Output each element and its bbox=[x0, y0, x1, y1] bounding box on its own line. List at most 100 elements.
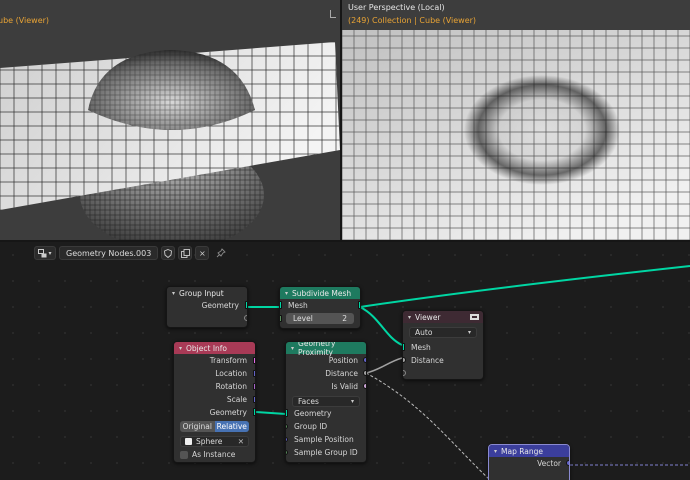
as-instance-checkbox[interactable] bbox=[180, 450, 188, 459]
position-output-socket[interactable] bbox=[363, 357, 366, 363]
left-3d-viewport[interactable]: ube (Viewer) bbox=[0, 0, 340, 240]
level-field[interactable]: Level 2 bbox=[286, 313, 354, 324]
viewport-corner-handle[interactable] bbox=[330, 10, 336, 18]
viewer-geometry-socket[interactable] bbox=[403, 343, 405, 351]
group-input-title: Group Input bbox=[179, 288, 224, 298]
viewer-mesh-row: Mesh bbox=[403, 341, 483, 354]
socket-label: Sample Position bbox=[294, 435, 354, 444]
group-input-header[interactable]: ▾ Group Input bbox=[167, 287, 247, 299]
socket-label: Scale bbox=[226, 395, 247, 404]
as-instance-label: As Instance bbox=[192, 450, 236, 459]
socket-label: Rotation bbox=[215, 382, 247, 391]
group-id-input-socket[interactable] bbox=[286, 424, 288, 429]
geometry-node-editor[interactable]: ▾ Geometry Nodes.003 × ▾ Group Input Geo… bbox=[0, 242, 690, 480]
is-valid-output-socket[interactable] bbox=[363, 383, 366, 389]
object-field[interactable]: Sphere ✕ bbox=[180, 436, 249, 447]
virtual-input-socket[interactable] bbox=[403, 370, 406, 376]
geometry-output-socket[interactable] bbox=[245, 301, 247, 309]
right-viewport-subtitle: (249) Collection | Cube (Viewer) bbox=[348, 16, 477, 25]
geometry-proximity-header[interactable]: ▾ Geometry Proximity bbox=[286, 342, 366, 357]
link-distance-to-map-range bbox=[365, 372, 491, 480]
original-option[interactable]: Original bbox=[180, 421, 215, 432]
proximity-target-select[interactable]: Faces ▾ bbox=[292, 396, 360, 407]
socket-label: Geometry bbox=[294, 409, 332, 418]
group-input-empty-row bbox=[167, 312, 247, 325]
viewer-node[interactable]: ▾ Viewer Auto ▾ Mesh Distance bbox=[402, 310, 484, 380]
viewer-domain-select[interactable]: Auto ▾ bbox=[409, 327, 477, 338]
collapse-chevron-icon[interactable]: ▾ bbox=[291, 345, 294, 352]
transform-output-socket[interactable] bbox=[253, 357, 255, 364]
proximity-valid-row: Is Valid bbox=[286, 380, 366, 393]
virtual-output-socket[interactable] bbox=[244, 315, 247, 321]
object-icon bbox=[185, 438, 192, 445]
object-input-socket[interactable] bbox=[173, 438, 174, 445]
socket-label: Geometry bbox=[201, 301, 239, 310]
left-viewport-scene bbox=[0, 0, 340, 240]
socket-label: Geometry bbox=[209, 408, 247, 417]
proximity-groupid-row: Group ID bbox=[286, 420, 366, 433]
socket-label: Group ID bbox=[294, 422, 328, 431]
scale-output-socket[interactable] bbox=[253, 396, 255, 403]
subdivide-level-row: Level 2 bbox=[280, 312, 360, 325]
viewer-active-icon[interactable] bbox=[470, 313, 479, 321]
map-range-vector-row: Vector bbox=[489, 457, 569, 470]
map-range-node[interactable]: ▾ Map Range Vector bbox=[488, 444, 570, 480]
rotation-output-socket[interactable] bbox=[253, 383, 255, 390]
object-name: Sphere bbox=[196, 437, 223, 446]
right-3d-viewport[interactable]: User Perspective (Local) (249) Collectio… bbox=[342, 0, 690, 240]
vector-output-socket[interactable] bbox=[566, 460, 569, 466]
link-distance-to-viewer bbox=[365, 357, 403, 374]
map-range-title: Map Range bbox=[501, 446, 543, 456]
collapse-chevron-icon[interactable]: ▾ bbox=[179, 345, 182, 352]
viewer-domain-value: Auto bbox=[415, 328, 433, 337]
object-info-instance-row: As Instance bbox=[174, 448, 255, 461]
socket-label: Position bbox=[328, 356, 358, 365]
geometry-proximity-node[interactable]: ▾ Geometry Proximity Position Distance I… bbox=[285, 341, 367, 463]
collapse-chevron-icon[interactable]: ▾ bbox=[285, 290, 288, 297]
viewer-title: Viewer bbox=[415, 312, 441, 322]
level-input-socket[interactable] bbox=[280, 315, 282, 322]
socket-label: Distance bbox=[411, 356, 444, 365]
object-info-header[interactable]: ▾ Object Info bbox=[174, 342, 255, 354]
geometry-output-socket[interactable] bbox=[253, 408, 255, 416]
distance-output-socket[interactable] bbox=[363, 370, 366, 376]
proximity-sample-position-row: Sample Position bbox=[286, 433, 366, 446]
sample-group-id-input-socket[interactable] bbox=[286, 450, 288, 455]
as-instance-socket[interactable] bbox=[173, 451, 174, 458]
sample-position-input-socket[interactable] bbox=[286, 437, 288, 442]
object-info-transform-row: Transform bbox=[174, 354, 255, 367]
socket-label: Mesh bbox=[288, 301, 308, 310]
level-value: 2 bbox=[342, 314, 347, 323]
subdivide-mesh-node[interactable]: ▾ Subdivide Mesh Mesh Level 2 bbox=[279, 286, 361, 329]
mesh-input-socket[interactable] bbox=[280, 301, 282, 309]
chevron-down-icon: ▾ bbox=[350, 398, 354, 405]
collapse-chevron-icon[interactable]: ▾ bbox=[408, 314, 411, 321]
clear-icon[interactable]: ✕ bbox=[238, 437, 244, 446]
link-subdivide-to-offscreen bbox=[359, 265, 690, 308]
subdivide-mesh-title: Subdivide Mesh bbox=[292, 288, 352, 298]
left-viewport-subtitle: ube (Viewer) bbox=[0, 16, 50, 25]
collapse-chevron-icon[interactable]: ▾ bbox=[172, 290, 175, 297]
socket-label: Location bbox=[215, 369, 247, 378]
group-input-node[interactable]: ▾ Group Input Geometry bbox=[166, 286, 248, 328]
proximity-position-row: Position bbox=[286, 354, 366, 367]
viewer-value-socket[interactable] bbox=[403, 357, 406, 363]
object-info-node[interactable]: ▾ Object Info Transform Location Rotatio… bbox=[173, 341, 256, 463]
object-info-object-row: Sphere ✕ bbox=[174, 435, 255, 448]
transform-space-toggle: Original Relative bbox=[180, 421, 249, 432]
socket-label: Mesh bbox=[411, 343, 431, 352]
right-viewport-title: User Perspective (Local) bbox=[348, 3, 445, 12]
proximity-target-value: Faces bbox=[298, 397, 319, 406]
proximity-sample-groupid-row: Sample Group ID bbox=[286, 446, 366, 459]
subdivide-mesh-header[interactable]: ▾ Subdivide Mesh bbox=[280, 287, 360, 299]
relative-option[interactable]: Relative bbox=[214, 421, 249, 432]
location-output-socket[interactable] bbox=[253, 370, 255, 377]
socket-label: Transform bbox=[209, 356, 247, 365]
geometry-input-socket[interactable] bbox=[286, 409, 288, 417]
proximity-distance-row: Distance bbox=[286, 367, 366, 380]
collapse-chevron-icon[interactable]: ▾ bbox=[494, 448, 497, 455]
viewer-header[interactable]: ▾ Viewer bbox=[403, 311, 483, 323]
map-range-header[interactable]: ▾ Map Range bbox=[489, 445, 569, 457]
socket-label: Vector bbox=[537, 459, 561, 468]
mesh-output-socket[interactable] bbox=[358, 301, 360, 309]
